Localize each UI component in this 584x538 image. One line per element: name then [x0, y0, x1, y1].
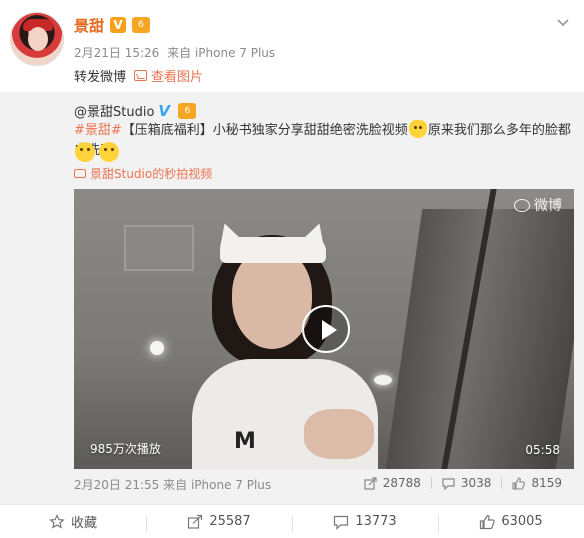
chevron-down-icon[interactable]: [556, 14, 570, 28]
headband: [220, 237, 326, 263]
post-text: 转发微博: [74, 70, 127, 85]
view-picture-link[interactable]: 查看图片: [134, 66, 203, 85]
watermark-text: 微博: [534, 198, 562, 214]
action-bar: 收藏 25587 13773 63005: [0, 504, 584, 538]
star-icon: [49, 513, 65, 529]
repost-like-stat[interactable]: 8159: [502, 476, 572, 490]
comment-icon: [442, 477, 455, 490]
repost-author-name[interactable]: @景甜Studio: [74, 101, 154, 120]
repost-share-stat[interactable]: 28788: [354, 476, 431, 490]
post-source: 来自 iPhone 7 Plus: [167, 46, 276, 60]
repost-level-badge-icon: 6: [178, 102, 197, 119]
video-duration: 05:58: [525, 443, 560, 457]
repost-text: #景甜#【压箱底福利】小秘书独家分享甜甜绝密洗脸视频原来我们那么多年的脸都白洗了: [74, 120, 574, 161]
play-count: 985万次播放: [90, 442, 161, 456]
author-name[interactable]: 景甜: [74, 15, 104, 36]
repost-author-row: @景甜Studio V 6: [74, 101, 197, 120]
repost-button[interactable]: 25587: [146, 514, 292, 532]
repost-count: 25587: [209, 514, 251, 529]
repost-share-count: 28788: [382, 476, 421, 490]
hashtag-link[interactable]: #景甜#: [74, 123, 122, 138]
repost-stats: 28788 3038 8159: [354, 476, 572, 490]
ceiling-light: [150, 341, 164, 355]
repost-card: @景甜Studio V 6 #景甜#【压箱底福利】小秘书独家分享甜甜绝密洗脸视频…: [0, 92, 584, 504]
avatar-face: [28, 27, 48, 51]
weibo-watermark: 微博: [514, 195, 562, 215]
ceiling-light-2: [374, 375, 392, 385]
video-source-link[interactable]: 景甜Studio的秒拍视频: [74, 165, 212, 182]
video-icon: [74, 169, 86, 178]
thumbs-up-icon: [512, 476, 526, 490]
level-badge-icon[interactable]: 6: [132, 17, 151, 33]
shirt-text: M: [234, 429, 256, 454]
author-row: 景甜 V 6: [74, 14, 151, 36]
post-content: 转发微博 查看图片: [74, 66, 203, 85]
post-time[interactable]: 2月21日 15:26: [74, 46, 159, 60]
share-icon: [188, 514, 203, 529]
repost-body-a: 【压箱底福利】小秘书独家分享甜甜绝密洗脸视频: [121, 123, 408, 138]
favorite-button[interactable]: 收藏: [0, 512, 146, 531]
post-meta: 2月21日 15:26 来自 iPhone 7 Plus: [74, 44, 279, 61]
weibo-logo-icon: [514, 198, 530, 212]
share-icon: [364, 476, 377, 490]
person-face: [232, 249, 312, 349]
grin-emoji-icon: [99, 142, 119, 162]
ceiling-vent: [124, 225, 194, 271]
person-hands: [304, 409, 374, 459]
favorite-label: 收藏: [70, 516, 97, 531]
repost-source: 来自 iPhone 7 Plus: [163, 478, 272, 492]
play-button-icon[interactable]: [302, 305, 350, 353]
author-avatar[interactable]: [10, 12, 64, 66]
vip-badge-icon[interactable]: V: [110, 17, 127, 33]
picture-icon: [134, 70, 148, 81]
emoji-row: [74, 142, 120, 162]
view-picture-label: 查看图片: [151, 70, 204, 85]
video-player[interactable]: M 微博 985万次播放 05:58: [74, 189, 574, 469]
smile-emoji-icon: [75, 142, 95, 162]
repost-footer: 2月20日 21:55 来自 iPhone 7 Plus 28788 3038: [0, 476, 584, 496]
video-source-label: 景甜Studio的秒拍视频: [90, 167, 213, 181]
comment-count: 13773: [355, 514, 397, 529]
repost-comment-count: 3038: [460, 476, 492, 490]
thumbs-up-icon: [480, 514, 496, 529]
repost-like-count: 8159: [531, 476, 562, 490]
post-header: 景甜 V 6 2月21日 15:26 来自 iPhone 7 Plus 转发微博…: [0, 0, 584, 92]
cat-emoji-icon: [408, 120, 427, 138]
verified-icon: V: [158, 101, 171, 120]
repost-time[interactable]: 2月20日 21:55: [74, 478, 159, 492]
like-button[interactable]: 63005: [438, 514, 584, 532]
comment-icon: [334, 515, 349, 530]
repost-comment-stat[interactable]: 3038: [432, 476, 502, 490]
repost-meta: 2月20日 21:55 来自 iPhone 7 Plus: [74, 476, 271, 493]
like-count: 63005: [501, 514, 543, 529]
comment-button[interactable]: 13773: [292, 514, 438, 532]
